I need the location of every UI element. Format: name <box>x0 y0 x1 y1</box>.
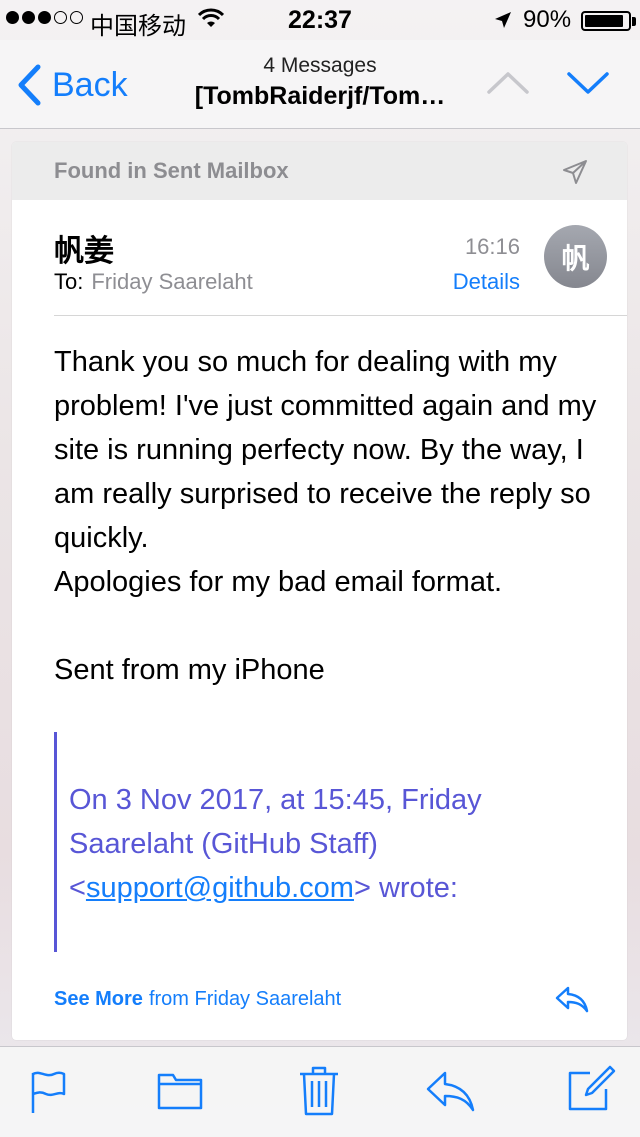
see-more-link[interactable]: See More from Friday Saarelaht <box>54 988 341 1011</box>
mailbox-label: Found in Sent Mailbox <box>54 158 289 183</box>
nav-title: 4 Messages [TombRaiderjf/Tom… <box>180 54 460 111</box>
status-bar: 中国移动 22:37 90% <box>0 0 640 40</box>
battery-level-fill <box>585 15 623 27</box>
reply-icon[interactable] <box>425 1069 477 1118</box>
recipient-row: To: Friday Saarelaht <box>54 269 253 295</box>
to-label: To: <box>54 269 84 294</box>
bottom-toolbar <box>0 1046 640 1137</box>
avatar[interactable]: 帆 <box>544 225 607 288</box>
message-body: Thank you so much for dealing with my pr… <box>54 340 614 692</box>
navigation-bar: Back 4 Messages [TombRaiderjf/Tom… <box>0 40 640 129</box>
battery-percentage: 90% <box>523 6 572 33</box>
quote-header-suffix: > wrote: <box>353 872 458 904</box>
chevron-down-icon[interactable] <box>566 70 610 101</box>
back-label: Back <box>52 65 128 104</box>
body-paragraph: Thank you so much for dealing with my pr… <box>54 346 597 554</box>
mailbox-banner: Found in Sent Mailbox <box>12 142 627 200</box>
location-arrow-icon <box>493 9 513 37</box>
paper-plane-icon <box>562 159 588 190</box>
message-count: 4 Messages <box>263 54 377 77</box>
body-paragraph: Apologies for my bad email format. <box>54 566 503 598</box>
battery-tip <box>632 17 636 26</box>
chevron-up-icon[interactable] <box>486 70 530 101</box>
signature: Sent from my iPhone <box>54 654 325 686</box>
message-time: 16:16 <box>464 234 520 259</box>
see-more-from: from Friday Saarelaht <box>148 988 342 1010</box>
compose-icon[interactable] <box>566 1065 616 1118</box>
battery-icon <box>581 11 631 31</box>
trash-icon[interactable] <box>298 1065 340 1122</box>
back-button[interactable]: Back <box>16 64 128 106</box>
recipient-name[interactable]: Friday Saarelaht <box>91 269 252 294</box>
details-link[interactable]: Details <box>432 269 520 295</box>
folder-icon[interactable] <box>157 1069 203 1116</box>
reply-icon[interactable] <box>554 984 590 1019</box>
email-link[interactable]: support@github.com <box>86 872 354 904</box>
quote-header: On 3 Nov 2017, at 15:45, Friday Saarelah… <box>69 778 569 910</box>
flag-icon[interactable] <box>28 1069 68 1120</box>
sender-name: 帆姜 <box>54 235 114 268</box>
chevron-left-icon <box>16 64 42 106</box>
quoted-message: On 3 Nov 2017, at 15:45, Friday Saarelah… <box>54 732 577 952</box>
message-card: Found in Sent Mailbox 帆姜 To: Friday Saare… <box>12 142 627 1040</box>
thread-subject: [TombRaiderjf/Tom… <box>194 82 446 110</box>
header-divider <box>54 315 627 316</box>
see-more-label: See More <box>54 988 143 1010</box>
